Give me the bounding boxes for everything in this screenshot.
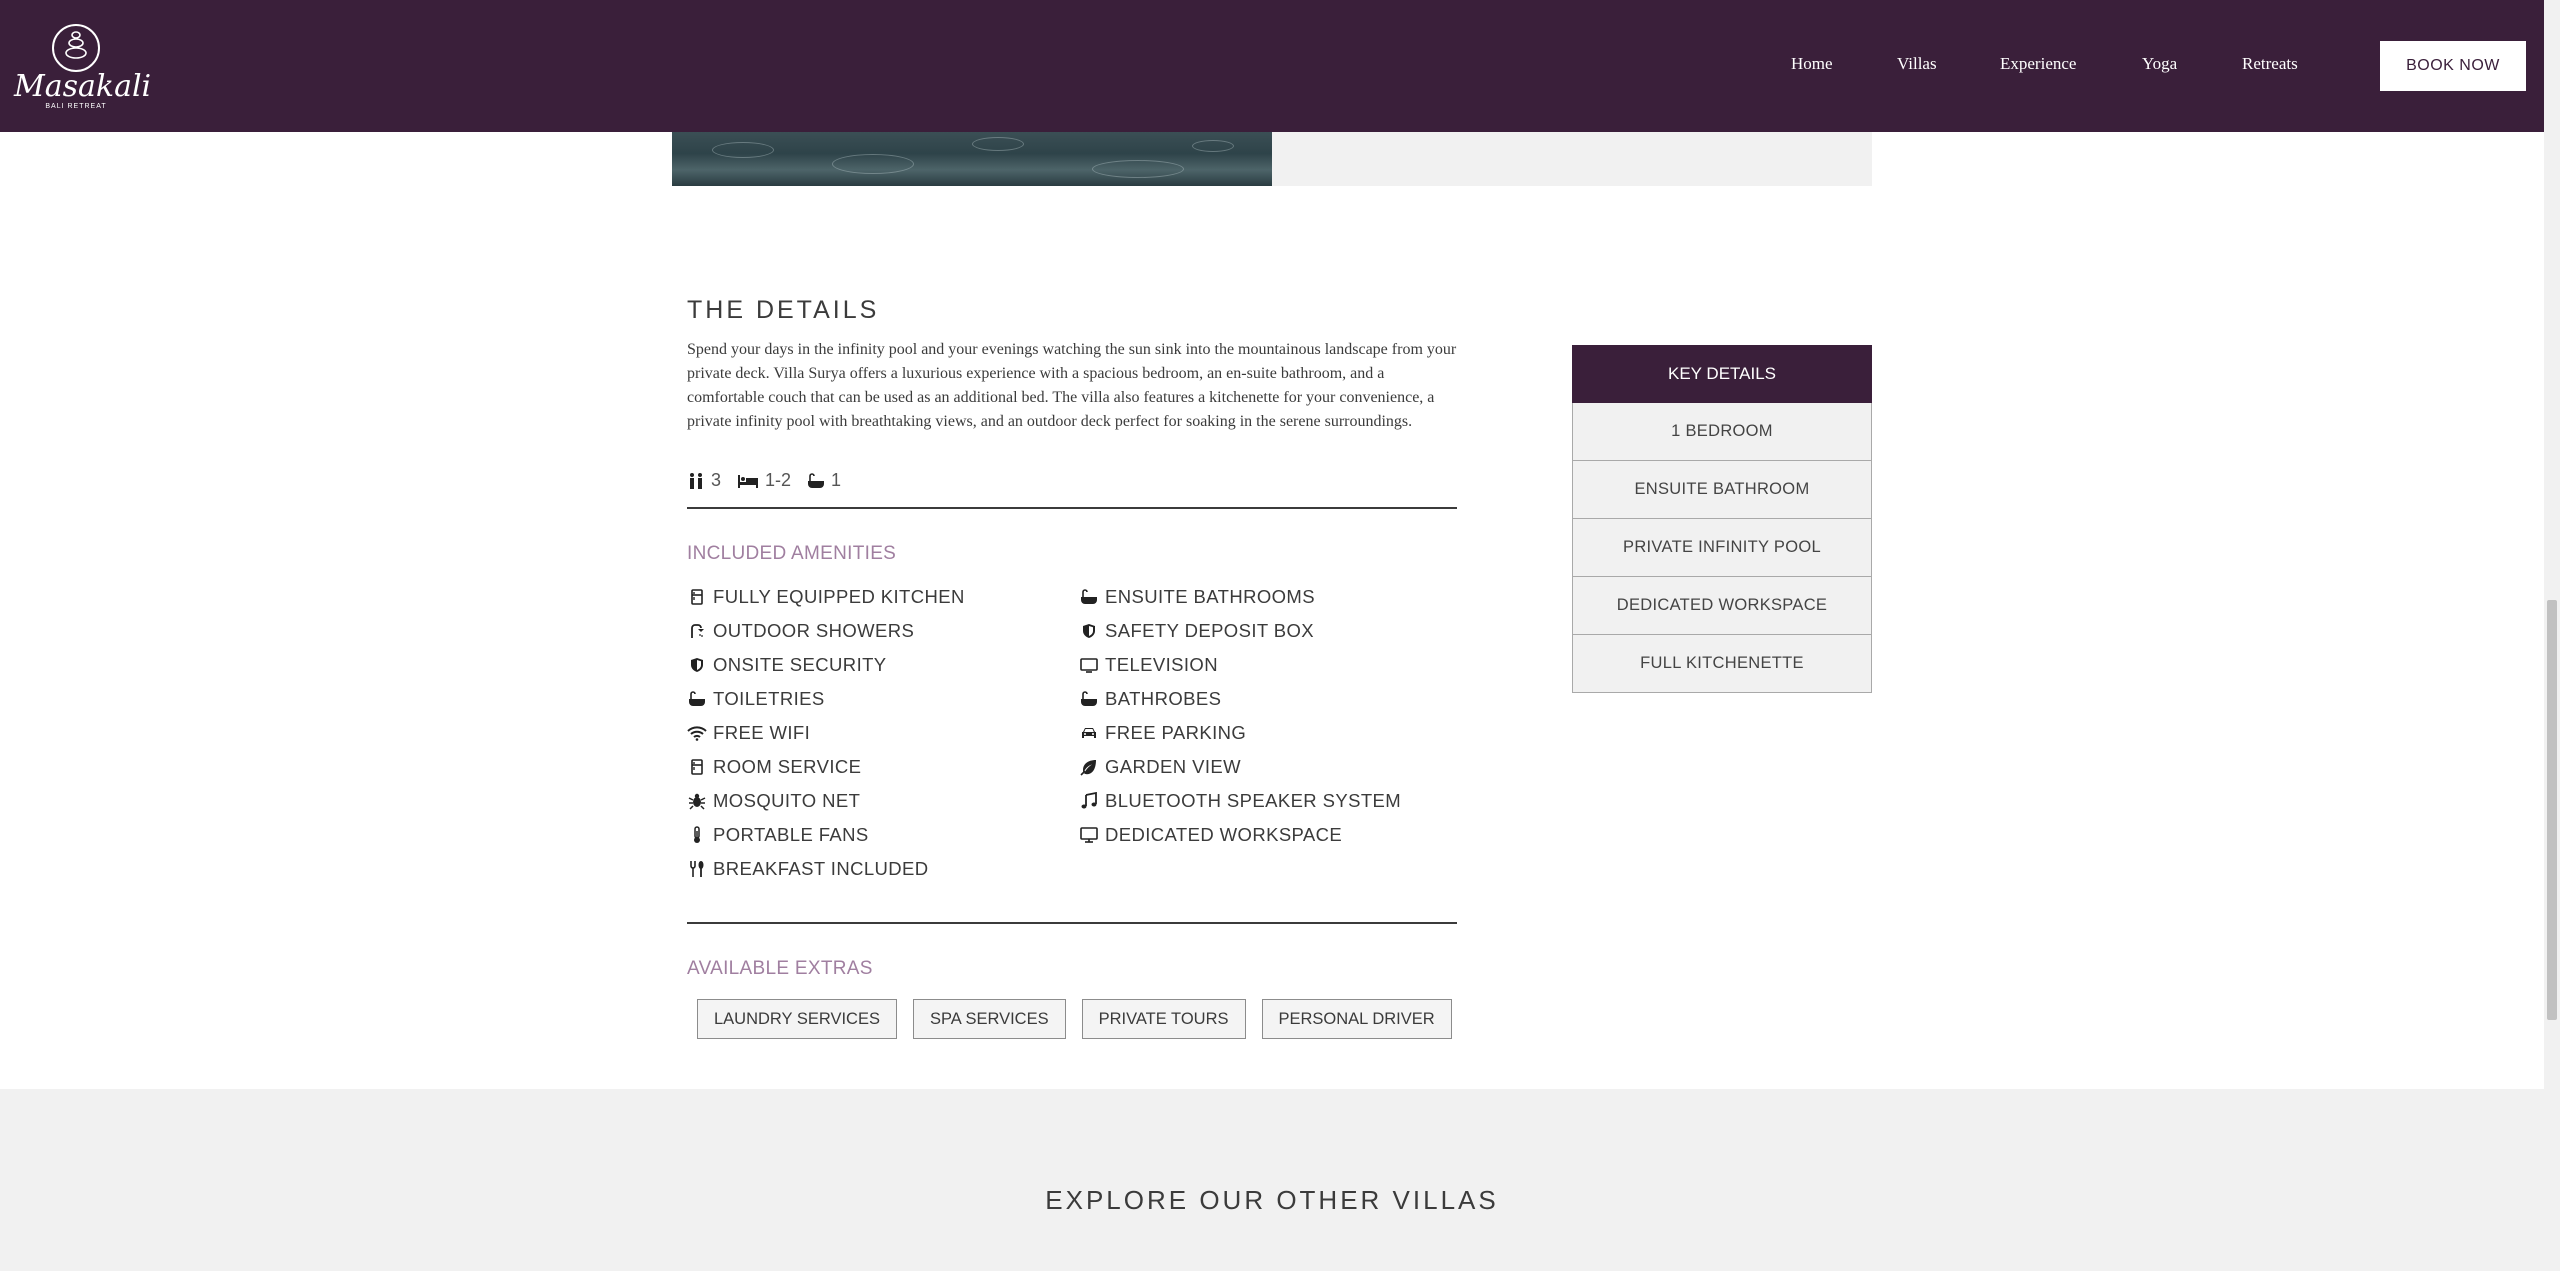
amenity-outdoor-showers: OUTDOOR SHOWERS	[687, 614, 965, 648]
tv-icon	[1079, 655, 1099, 675]
brand-logo[interactable]: Masakali BALI RETREAT	[14, 22, 152, 110]
amenity-free-parking: FREE PARKING	[1079, 716, 1401, 750]
nav-home[interactable]: Home	[1791, 54, 1833, 74]
key-details-panel: KEY DETAILS 1 BEDROOM ENSUITE BATHROOM P…	[1572, 345, 1872, 693]
key-detail-item: ENSUITE BATHROOM	[1572, 461, 1872, 519]
amenity-label: FREE PARKING	[1105, 722, 1247, 743]
amenities-left-column: FULLY EQUIPPED KITCHEN OUTDOOR SHOWERS ONS…	[687, 580, 965, 886]
car-icon	[1079, 723, 1099, 743]
utensils-icon	[687, 859, 707, 879]
amenity-portable-fans: PORTABLE FANS	[687, 818, 965, 852]
amenity-label: SAFETY DEPOSIT BOX	[1105, 620, 1315, 641]
villa-pool-image	[672, 132, 1272, 186]
amenities-right-column: ENSUITE BATHROOMS SAFETY DEPOSIT BOX TELEV…	[1079, 580, 1401, 852]
bug-icon	[687, 791, 707, 811]
amenity-label: PORTABLE FANS	[713, 824, 869, 845]
key-detail-item: 1 BEDROOM	[1572, 403, 1872, 461]
amenity-fully-equipped-kitchen: FULLY EQUIPPED KITCHEN	[687, 580, 965, 614]
amenity-label: FREE WIFI	[713, 722, 811, 743]
amenity-television: TELEVISION	[1079, 648, 1401, 682]
amenity-label: DEDICATED WORKSPACE	[1105, 824, 1343, 845]
baths-count: 1	[831, 470, 842, 490]
scrollbar-thumb[interactable]	[2547, 600, 2557, 1020]
explore-title: EXPLORE OUR OTHER VILLAS	[1045, 1185, 1499, 1215]
key-detail-item: DEDICATED WORKSPACE	[1572, 577, 1872, 635]
extra-laundry-services[interactable]: LAUNDRY SERVICES	[697, 999, 897, 1039]
amenity-label: OUTDOOR SHOWERS	[713, 620, 915, 641]
amenity-safety-deposit-box: SAFETY DEPOSIT BOX	[1079, 614, 1401, 648]
extras-list: LAUNDRY SERVICES SPA SERVICES PRIVATE TO…	[697, 999, 1468, 1039]
amenity-label: ONSITE SECURITY	[713, 654, 887, 675]
guests-count: 3	[711, 470, 722, 490]
leaf-icon	[1079, 757, 1099, 777]
bath-icon	[687, 689, 707, 709]
amenity-label: BREAKFAST INCLUDED	[713, 858, 929, 879]
extra-private-tours[interactable]: PRIVATE TOURS	[1081, 999, 1246, 1039]
extra-personal-driver[interactable]: PERSONAL DRIVER	[1261, 999, 1452, 1039]
nav-villas[interactable]: Villas	[1897, 54, 1937, 74]
amenity-room-service: ROOM SERVICE	[687, 750, 965, 784]
amenity-label: ENSUITE BATHROOMS	[1105, 586, 1315, 607]
details-description: Spend your days in the infinity pool and…	[687, 341, 1457, 430]
nav-retreats[interactable]: Retreats	[2242, 54, 2298, 74]
thermometer-icon	[687, 825, 707, 845]
bath-icon	[1079, 689, 1099, 709]
key-detail-item: FULL KITCHENETTE	[1572, 635, 1872, 693]
amenity-label: TELEVISION	[1105, 654, 1218, 675]
amenity-label: MOSQUITO NET	[713, 790, 861, 811]
amenity-breakfast-included: BREAKFAST INCLUDED	[687, 852, 965, 886]
nav-experience[interactable]: Experience	[2000, 54, 2076, 74]
nav-yoga[interactable]: Yoga	[2142, 54, 2177, 74]
explore-section: EXPLORE OUR OTHER VILLAS	[0, 1089, 2544, 1271]
key-detail-item: PRIVATE INFINITY POOL	[1572, 519, 1872, 577]
book-now-button[interactable]: BOOK NOW	[2380, 41, 2526, 91]
amenity-ensuite-bathrooms: ENSUITE BATHROOMS	[1079, 580, 1401, 614]
amenity-label: FULLY EQUIPPED KITCHEN	[713, 586, 965, 607]
desktop-icon	[1079, 825, 1099, 845]
divider	[687, 922, 1457, 924]
divider	[687, 507, 1457, 509]
guests-stat: 3	[687, 470, 721, 491]
page-scrollbar[interactable]	[2544, 0, 2560, 1271]
amenity-bluetooth-speaker-system: BLUETOOTH SPEAKER SYSTEM	[1079, 784, 1401, 818]
amenity-label: TOILETRIES	[713, 688, 825, 709]
amenity-label: BATHROBES	[1105, 688, 1222, 709]
baths-stat: 1	[807, 470, 841, 491]
amenity-label: ROOM SERVICE	[713, 756, 862, 777]
shield-icon	[687, 655, 707, 675]
amenity-onsite-security: ONSITE SECURITY	[687, 648, 965, 682]
amenity-bathrobes: BATHROBES	[1079, 682, 1401, 716]
guests-icon	[690, 472, 702, 489]
amenity-toiletries: TOILETRIES	[687, 682, 965, 716]
brand-tagline: BALI RETREAT	[45, 103, 107, 110]
details-title: THE DETAILS	[687, 296, 880, 324]
fridge-icon	[687, 587, 707, 607]
extra-spa-services[interactable]: SPA SERVICES	[912, 999, 1066, 1039]
amenity-free-wifi: FREE WIFI	[687, 716, 965, 750]
brand-name: Masakali	[14, 69, 152, 104]
amenity-dedicated-workspace: DEDICATED WORKSPACE	[1079, 818, 1401, 852]
bed-icon	[738, 474, 759, 488]
amenity-label: GARDEN VIEW	[1105, 756, 1241, 777]
music-icon	[1079, 791, 1099, 811]
bath-icon	[808, 472, 825, 488]
wifi-icon	[687, 723, 707, 743]
fridge-icon	[687, 757, 707, 777]
amenity-garden-view: GARDEN VIEW	[1079, 750, 1401, 784]
site-header: Masakali BALI RETREAT Home Villas Experi…	[0, 0, 2544, 132]
amenity-mosquito-net: MOSQUITO NET	[687, 784, 965, 818]
amenities-label: INCLUDED AMENITIES	[687, 543, 897, 564]
extras-label: AVAILABLE EXTRAS	[687, 958, 873, 979]
image-caption-panel	[1272, 132, 1872, 186]
shower-icon	[687, 621, 707, 641]
amenity-label: BLUETOOTH SPEAKER SYSTEM	[1105, 790, 1402, 811]
beds-stat: 1-2	[737, 470, 791, 491]
villa-stats: 3 1-2 1	[687, 470, 857, 491]
stone-stack-icon	[52, 24, 100, 72]
shield-icon	[1079, 621, 1099, 641]
bath-icon	[1079, 587, 1099, 607]
key-details-title: KEY DETAILS	[1572, 345, 1872, 403]
beds-count: 1-2	[765, 470, 792, 490]
